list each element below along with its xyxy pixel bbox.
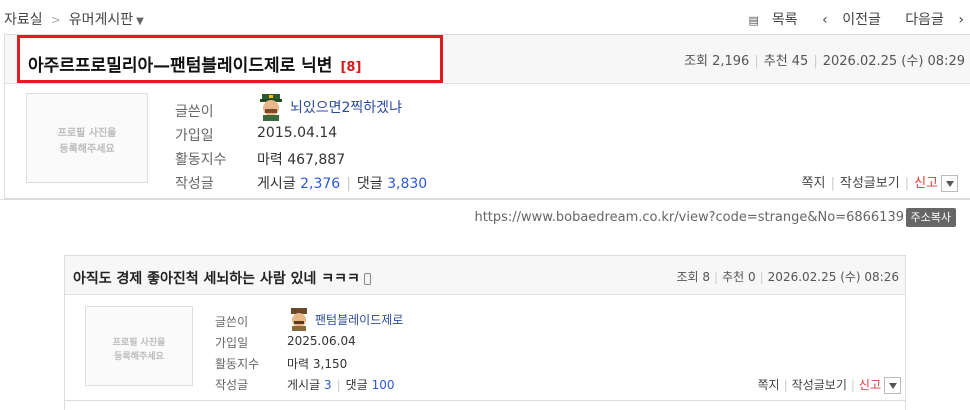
board-dropdown-icon[interactable]: ▼ <box>136 16 144 27</box>
view-posts-button[interactable]: 작성글보기 <box>840 176 900 191</box>
author-label: 글쓴이 <box>175 104 214 120</box>
post-url: https://www.bobaedream.co.kr/view?code=s… <box>474 210 904 225</box>
quoted-author-label: 글쓴이 <box>215 315 249 329</box>
quoted-title-text: 아직도 경제 좋아진척 세뇌하는 사람 있네 ㅋㅋㅋ <box>73 271 360 287</box>
meta-divider: | <box>813 54 818 69</box>
quoted-more-dropdown-icon[interactable] <box>884 377 901 394</box>
activity-label: 활동지수 <box>175 152 227 168</box>
post-count[interactable]: 2,376 <box>300 176 340 192</box>
breadcrumb-board[interactable]: 유머게시판 <box>69 12 133 28</box>
report-button[interactable]: 신고 <box>914 176 938 191</box>
post-comment-count[interactable]: [8] <box>340 60 361 75</box>
prev-label: 이전글 <box>842 12 881 28</box>
top-nav: 자료실 > 유머게시판 ▼ ▤ 목록 ‹ 이전글 다음글 › <box>0 0 970 34</box>
activity-score: 마력 467,887 <box>257 152 346 168</box>
quoted-posts-label: 작성글 <box>215 378 249 392</box>
quoted-recommends: 추천 0 <box>722 270 756 284</box>
posts-label: 작성글 <box>175 176 214 192</box>
quoted-joined-date: 2025.06.04 <box>287 334 356 348</box>
comment-total[interactable]: 3,830 <box>387 176 427 192</box>
quoted-report-button[interactable]: 신고 <box>859 378 881 392</box>
quoted-profile-placeholder-line2: 등록해주세요 <box>114 352 164 362</box>
meta-divider: | <box>759 270 764 284</box>
quoted-post-header: 아직도 경제 좋아진척 세뇌하는 사람 있네 ㅋㅋㅋ 조회 8 | 추천 0 | 202… <box>65 256 905 295</box>
list-button[interactable]: ▤ 목록 <box>739 12 798 28</box>
quoted-post-meta: 조회 8 | 추천 0 | 2026.02.25 (수) 08:26 <box>677 268 899 285</box>
post-title-text: 아주르프로밀리아—팬텀블레이드제로 닉변 <box>28 56 333 76</box>
post-stats: 게시글 2,376 | 댓글 3,830 <box>257 173 427 193</box>
profile-photo-placeholder: 프로필 사진을 등록해주세요 <box>26 93 148 183</box>
actions-divider: | <box>830 176 835 191</box>
quoted-bottom-divider <box>65 400 905 401</box>
section-divider <box>0 199 970 200</box>
actions-divider: | <box>850 378 855 392</box>
post-navigation: ▤ 목록 ‹ 이전글 다음글 › <box>729 9 964 29</box>
post-meta: 조회 2,196 | 추천 45 | 2026.02.25 (수) 08:29 <box>684 50 965 69</box>
quoted-post-count-label: 게시글 <box>287 378 321 392</box>
actions-divider: | <box>783 378 788 392</box>
quoted-datetime: 2026.02.25 (수) 08:26 <box>767 270 899 284</box>
quoted-view-posts-button[interactable]: 작성글보기 <box>792 378 847 392</box>
quoted-post-card: 아직도 경제 좋아진척 세뇌하는 사람 있네 ㅋㅋㅋ 조회 8 | 추천 0 | 202… <box>64 255 906 410</box>
prev-post-button[interactable]: ‹ 이전글 <box>812 12 881 28</box>
next-label: 다음글 <box>905 12 944 28</box>
author-nickname[interactable]: 뇌있으면2찍하겠냐 <box>290 97 402 117</box>
quoted-comment-total[interactable]: 100 <box>372 378 395 392</box>
quoted-author-actions: 쪽지 | 작성글보기 | 신고 <box>758 376 901 394</box>
title-highlight-box: 아주르프로밀리아—팬텀블레이드제로 닉변 [8] <box>17 35 443 83</box>
post-count-label: 게시글 <box>257 176 296 192</box>
post-title: 아주르프로밀리아—팬텀블레이드제로 닉변 [8] <box>28 51 361 76</box>
quoted-post-stats: 게시글 3 | 댓글 100 <box>287 376 394 393</box>
next-post-button[interactable]: 다음글 › <box>895 12 964 28</box>
list-label: 목록 <box>771 12 798 28</box>
chevron-right-icon: › <box>953 12 964 28</box>
user-avatar-icon[interactable] <box>257 93 285 121</box>
post-views: 조회 2,196 <box>684 54 750 69</box>
copy-url-button[interactable]: 주소복사 <box>905 208 956 227</box>
post-header: 아주르프로밀리아—팬텀블레이드제로 닉변 [8] 조회 2,196 | 추천 45 | 2… <box>5 35 970 84</box>
breadcrumb-root[interactable]: 자료실 <box>4 12 43 28</box>
breadcrumb-separator-icon: > <box>50 13 61 27</box>
post-datetime: 2026.02.25 (수) 08:29 <box>822 54 965 69</box>
post-recommends: 추천 45 <box>763 54 809 69</box>
actions-divider: | <box>904 176 910 191</box>
stats-divider: | <box>346 176 351 192</box>
profile-placeholder-line1: 프로필 사진을 <box>57 128 117 139</box>
post-card: 아주르프로밀리아—팬텀블레이드제로 닉변 [8] 조회 2,196 | 추천 45 | 2… <box>4 34 970 199</box>
chevron-left-icon: ‹ <box>822 12 833 28</box>
list-icon: ▤ <box>748 14 759 27</box>
meta-divider: | <box>714 270 719 284</box>
comment-count-label: 댓글 <box>356 176 383 192</box>
quoted-profile-photo-placeholder: 프로필 사진을 등록해주세요 <box>85 306 193 386</box>
quoted-user-avatar-icon[interactable] <box>287 307 311 331</box>
quoted-author-nickname[interactable]: 팬텀블레이드제로 <box>315 311 403 328</box>
breadcrumb: 자료실 > 유머게시판 ▼ <box>4 9 144 29</box>
author-actions: 쪽지 | 작성글보기 | 신고 <box>802 172 958 192</box>
joined-label: 가입일 <box>175 128 214 144</box>
quoted-message-button[interactable]: 쪽지 <box>758 378 780 392</box>
joined-date: 2015.04.14 <box>257 125 338 141</box>
quoted-post-title[interactable]: 아직도 경제 좋아진척 세뇌하는 사람 있네 ㅋㅋㅋ <box>73 268 371 288</box>
quoted-views: 조회 8 <box>676 270 711 284</box>
profile-placeholder-line2: 등록해주세요 <box>59 144 115 155</box>
more-dropdown-icon[interactable] <box>941 175 958 192</box>
quoted-post-count[interactable]: 3 <box>324 378 332 392</box>
quoted-comment-count-label: 댓글 <box>345 378 368 392</box>
stats-divider: | <box>336 378 341 392</box>
mobile-icon <box>363 273 371 285</box>
quoted-activity-score: 마력 3,150 <box>287 357 348 371</box>
message-button[interactable]: 쪽지 <box>802 176 826 191</box>
quoted-profile-placeholder-line1: 프로필 사진을 <box>112 338 166 348</box>
meta-divider: | <box>754 54 759 69</box>
quoted-activity-label: 활동지수 <box>215 357 260 371</box>
quoted-joined-label: 가입일 <box>215 336 249 350</box>
